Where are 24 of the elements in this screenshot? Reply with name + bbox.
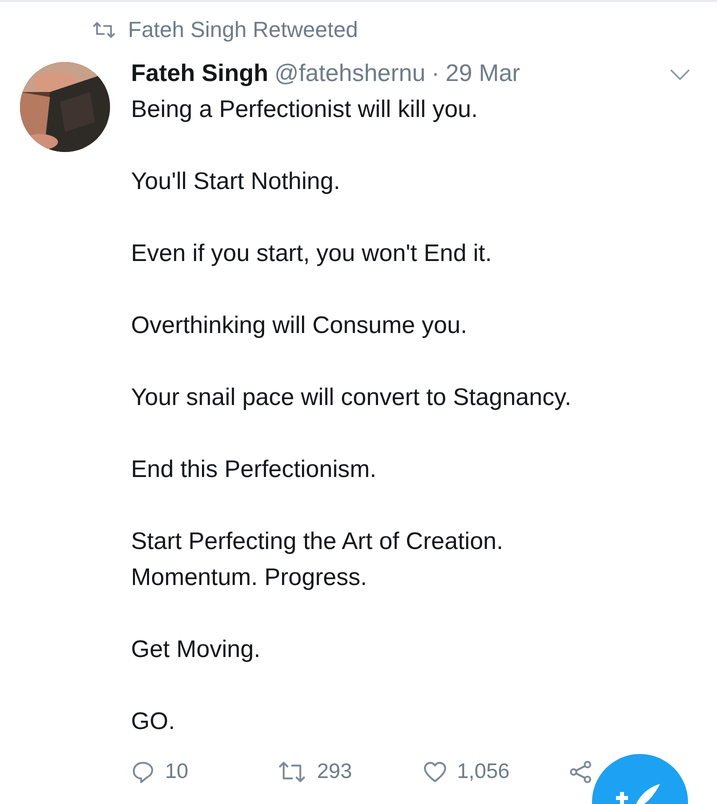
tweet-paragraph: Get Moving.	[131, 635, 262, 665]
tweet-paragraph: Start Perfecting the Art of Creation. Momentum. Progress.	[131, 527, 504, 593]
tweet-paragraph: You'll Start Nothing.	[131, 167, 342, 197]
action-count: 293	[317, 760, 352, 784]
tweet-paragraph: GO.	[131, 707, 176, 737]
retweet-icon[interactable]	[277, 760, 307, 784]
author-handle[interactable]: @fatehshernu	[274, 60, 426, 88]
compose-button[interactable]	[592, 754, 688, 804]
separator-dot: ·	[431, 60, 440, 88]
retweet-icon	[92, 22, 116, 38]
author-name[interactable]: Fateh Singh	[131, 60, 268, 88]
action-count: 10	[165, 760, 188, 784]
tweet-paragraph: Your snail pace will convert to Stagnancy.	[131, 383, 572, 413]
tweet-paragraph: End this Perfectionism.	[131, 455, 378, 485]
tweet-paragraph: Being a Perfectionist will kill you.	[131, 95, 479, 125]
chevron-down-icon[interactable]	[669, 68, 691, 81]
tweet-paragraph: Overthinking will Consume you.	[131, 311, 468, 341]
action-count: 1,056	[457, 760, 510, 784]
reply-icon[interactable]	[131, 760, 155, 784]
tweet-paragraph: Even if you start, you won't End it.	[131, 239, 493, 269]
retweet-banner-text: Fateh Singh Retweeted	[128, 17, 358, 43]
heart-icon[interactable]	[423, 760, 447, 784]
tweet-date: 29 Mar	[445, 60, 520, 88]
share-icon[interactable]	[569, 760, 593, 784]
